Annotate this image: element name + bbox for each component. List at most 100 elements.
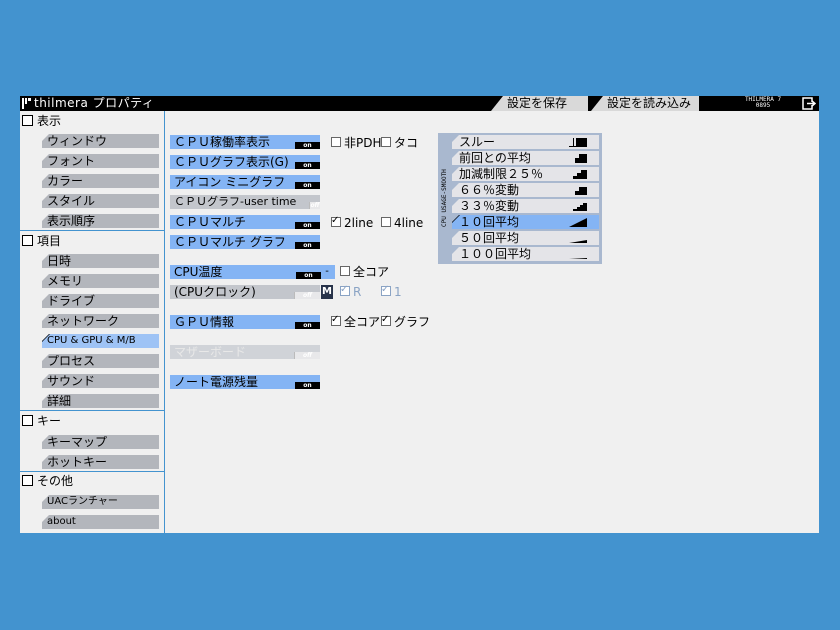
toggle-label: ＣＰＵマルチ グラフ — [174, 235, 286, 249]
option-gpu-allcore[interactable]: 全コア — [331, 313, 381, 329]
sidebar-item-keymap[interactable]: キーマップ — [42, 435, 159, 449]
toggle-icon-minigraph[interactable]: アイコン ミニグラフ on — [170, 175, 320, 189]
checkbox-icon — [331, 137, 341, 147]
option-label: グラフ — [394, 315, 431, 329]
checkbox-icon — [381, 217, 391, 227]
toggle-gpu-info[interactable]: ＧＰＵ情報 on — [170, 315, 320, 329]
sidebar-item-memory[interactable]: メモリ — [42, 274, 159, 288]
sidebar-section-keys[interactable]: キー — [22, 412, 61, 430]
smooth-option-label: ３３％変動 — [459, 199, 520, 213]
sidebar-section-display[interactable]: 表示 — [22, 112, 61, 130]
option-label: 1 — [394, 285, 402, 299]
smooth-panel-label: CPU USAGE-SMOOTH — [441, 169, 448, 228]
toggle-label: CPU温度 — [174, 265, 223, 279]
sidebar-item-color[interactable]: カラー — [42, 174, 159, 188]
option-label: 非PDH — [344, 136, 382, 150]
sidebar-item-about[interactable]: about — [42, 515, 159, 529]
sidebar-section-other[interactable]: その他 — [22, 472, 73, 490]
sidebar-item-sound[interactable]: サウンド — [42, 374, 159, 388]
toggle-label: ＧＰＵ情報 — [174, 315, 235, 329]
collapse-box-icon — [22, 115, 33, 126]
option-non-pdh[interactable]: 非PDH — [331, 136, 382, 150]
toggle-cpu-clock[interactable]: (CPUクロック) off — [170, 285, 320, 299]
toggle-cpu-usage[interactable]: ＣＰＵ稼働率表示 on — [170, 135, 320, 149]
smooth-option-limit25[interactable]: 加減制限２５％ — [452, 167, 599, 181]
window-title: thilmera プロパティ — [34, 96, 155, 110]
toggle-label: マザーボード — [174, 345, 247, 359]
load-settings-button[interactable]: 設定を読み込み — [591, 96, 699, 111]
option-temp-allcore[interactable]: 全コア — [340, 265, 389, 279]
checkbox-icon — [340, 266, 350, 276]
thilmera-logo-icon — [22, 98, 31, 109]
smooth-option-label: １０回平均 — [459, 215, 520, 229]
toggle-cpu-multi-graph[interactable]: ＣＰＵマルチ グラフ on — [170, 235, 320, 249]
on-switch: on — [295, 162, 320, 169]
toggle-cpu-multi[interactable]: ＣＰＵマルチ on — [170, 215, 320, 229]
smooth-prev-avg-icon — [569, 154, 587, 163]
save-settings-button[interactable]: 設定を保存 — [491, 96, 588, 111]
sidebar-section-items[interactable]: 項目 — [22, 232, 61, 250]
on-switch: on — [296, 272, 321, 279]
toggle-cpu-graph[interactable]: ＣＰＵグラフ表示(G) on — [170, 155, 320, 169]
temp-mode-button[interactable]: - — [321, 265, 333, 279]
smooth-66-icon — [569, 187, 587, 195]
smooth-option-prev-avg[interactable]: 前回との平均 — [452, 151, 599, 165]
toggle-label: ＣＰＵマルチ — [174, 215, 247, 229]
toggle-cpu-temp[interactable]: CPU温度 on — [170, 265, 335, 279]
section-label: 項目 — [37, 234, 62, 248]
sidebar-item-cpu-gpu-mb[interactable]: CPU & GPU & M/B — [42, 334, 159, 348]
toggle-motherboard[interactable]: マザーボード off — [170, 345, 320, 359]
checkbox-icon — [381, 137, 391, 147]
toggle-label: ＣＰＵ稼働率表示 — [174, 135, 271, 149]
checked-checkbox-icon — [381, 283, 391, 297]
sidebar-item-hotkey[interactable]: ホットキー — [42, 455, 159, 469]
smooth-option-through[interactable]: スルー — [452, 135, 599, 149]
toggle-battery[interactable]: ノート電源残量 on — [170, 375, 320, 389]
smooth-option-33[interactable]: ３３％変動 — [452, 199, 599, 213]
option-label: 全コア — [344, 315, 381, 329]
option-gpu-graph[interactable]: グラフ — [381, 313, 431, 329]
smooth-option-avg50[interactable]: ５０回平均 — [452, 231, 599, 245]
section-label: キー — [37, 414, 62, 428]
smooth-option-avg100[interactable]: １００回平均 — [452, 247, 599, 261]
option-clock-r[interactable]: R — [340, 283, 362, 299]
off-switch: off — [309, 202, 320, 209]
sidebar-item-network[interactable]: ネットワーク — [42, 314, 159, 328]
clock-mode-button[interactable]: M — [321, 285, 333, 299]
title-bar: thilmera プロパティ 設定を保存 設定を読み込み THILMERA 7 … — [20, 96, 819, 111]
collapse-box-icon — [22, 475, 33, 486]
toggle-label: (CPUクロック) — [174, 285, 256, 299]
off-switch: off — [294, 352, 320, 359]
smooth-avg100-icon — [569, 258, 587, 259]
smooth-option-66[interactable]: ６６％変動 — [452, 183, 599, 197]
on-switch: on — [295, 242, 320, 249]
toggle-label: ノート電源残量 — [174, 375, 259, 389]
option-label: 2line — [344, 216, 374, 230]
sidebar-item-drive[interactable]: ドライブ — [42, 294, 159, 308]
exit-icon[interactable] — [802, 97, 816, 110]
off-switch: off — [294, 292, 320, 299]
option-tako[interactable]: タコ — [381, 136, 418, 150]
sidebar-item-display-order[interactable]: 表示順序 — [42, 214, 159, 228]
sidebar-item-window[interactable]: ウィンドウ — [42, 134, 159, 148]
smooth-option-avg10[interactable]: １０回平均 — [452, 215, 599, 229]
option-2line[interactable]: 2line — [331, 214, 374, 230]
option-clock-1[interactable]: 1 — [381, 283, 402, 299]
smooth-option-label: スルー — [459, 135, 496, 149]
section-divider — [20, 410, 164, 411]
section-divider — [20, 230, 164, 231]
option-4line[interactable]: 4line — [381, 216, 423, 230]
sidebar-item-font[interactable]: フォント — [42, 154, 159, 168]
sidebar-item-uac-launcher[interactable]: UACランチャー — [42, 495, 159, 509]
option-label: R — [353, 285, 362, 299]
toggle-cpu-graph-usertime[interactable]: ＣＰＵグラフ-user time off — [170, 195, 320, 209]
sidebar-item-details[interactable]: 詳細 — [42, 394, 159, 408]
smooth-avg50-icon — [569, 240, 587, 243]
sidebar-item-style[interactable]: スタイル — [42, 194, 159, 208]
sidebar-item-process[interactable]: プロセス — [42, 354, 159, 368]
sidebar-item-datetime[interactable]: 日時 — [42, 254, 159, 268]
collapse-box-icon — [22, 235, 33, 246]
smooth-33-icon — [569, 203, 587, 211]
collapse-box-icon — [22, 415, 33, 426]
checked-checkbox-icon — [331, 214, 341, 228]
